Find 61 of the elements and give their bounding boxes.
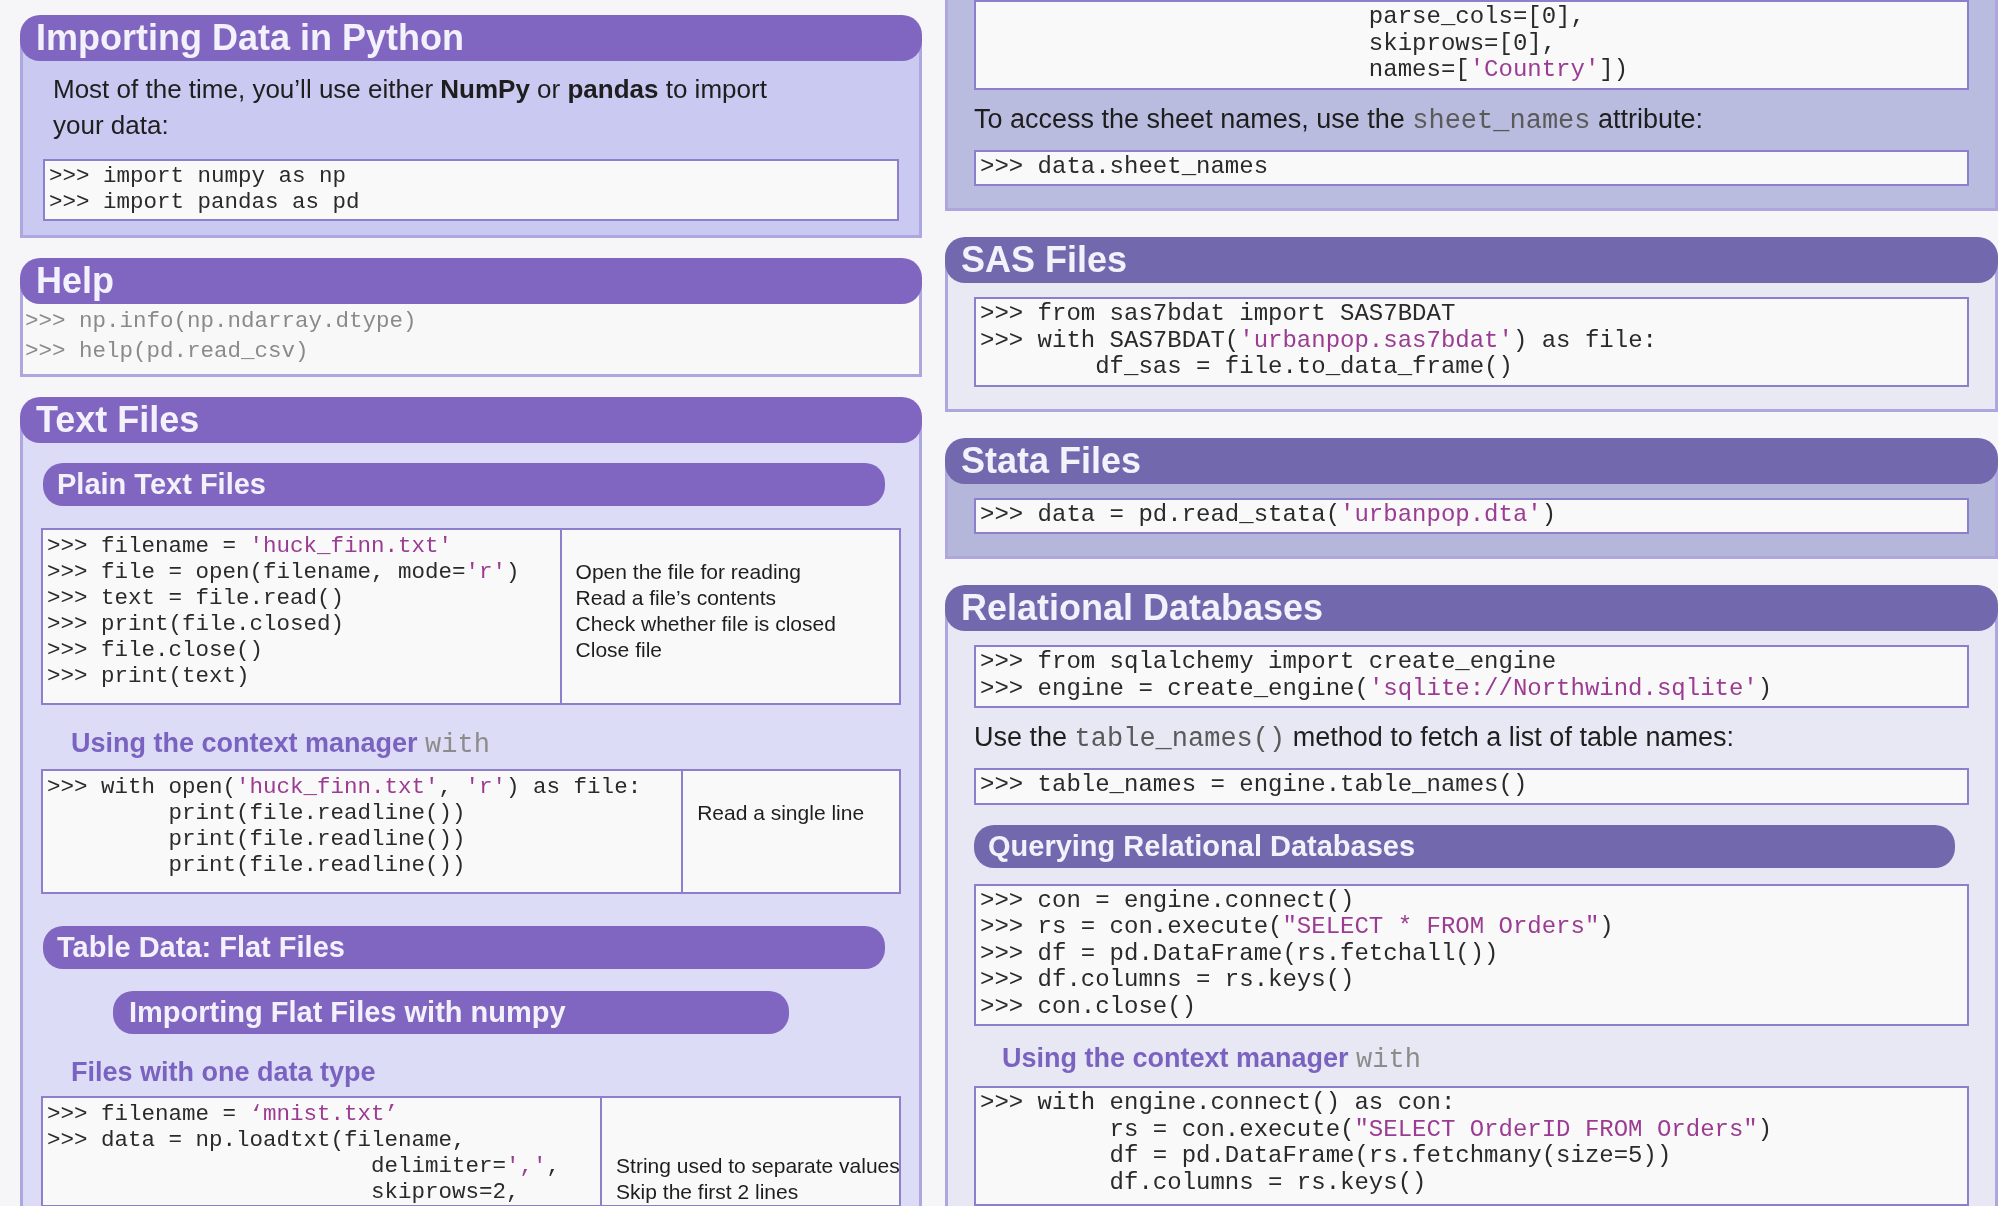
subsection-header: Table Data: Flat Files	[43, 926, 885, 969]
code-line: >>> print(file.closed)	[47, 611, 346, 637]
note-text: Skip the first 2 lines	[616, 1179, 800, 1205]
code-line: df.columns = rs.keys()	[1108, 1169, 1428, 1196]
section-header: Importing Data in Python	[20, 15, 922, 61]
code-line: >>> rs = con.execute("SELECT * FROM Orders")	[980, 914, 1615, 941]
note-text: Close file	[575, 637, 663, 663]
instruction-text: Most of the time, you’ll use either NumPy or pandas to import your data:	[52, 73, 768, 142]
code-line: >>> df = pd.DataFrame(rs.fetchall())	[980, 940, 1500, 967]
section-header: SAS Files	[945, 237, 1998, 283]
note-text: Read a single line	[697, 800, 866, 826]
code-line: >>> filename = 'huck_finn.txt'	[47, 533, 454, 559]
code-line: print(file.readline())	[167, 826, 467, 852]
subsection-header: Querying Relational Databases	[974, 824, 1955, 868]
code-line: print(file.readline())	[167, 800, 467, 826]
code-line: skiprows=2,	[370, 1179, 521, 1205]
code-line: >>> file = open(filename, mode='r')	[47, 559, 520, 585]
code-line: >>> data = pd.read_stata('urbanpop.dta')	[980, 501, 1558, 528]
code-line: >>> table_names = engine.table_names()	[980, 772, 1529, 799]
code-line: >>> with SAS7BDAT('urbanpop.sas7bdat') as file:	[980, 327, 1658, 354]
code-line: >>> filename = ‘mnist.txt’	[47, 1101, 400, 1127]
code-line: >>> con.close()	[980, 993, 1198, 1020]
subsection-header: Plain Text Files	[43, 463, 885, 506]
note-text: Read a file’s contents	[575, 585, 777, 611]
code-line: >>> from sqlalchemy import create_engine	[980, 649, 1558, 676]
code-line: >>> import numpy as np	[49, 163, 348, 189]
code-line: >>> with open('huck_finn.txt', 'r') as file:	[47, 774, 642, 800]
code-line: >>> text = file.read()	[47, 585, 346, 611]
code-line: >>> con = engine.connect()	[980, 887, 1356, 914]
code-line: parse_cols=[0],	[1367, 4, 1586, 31]
note-text: Open the file for reading	[575, 559, 802, 585]
section-header: Help	[20, 258, 922, 304]
code-line: >>> data = np.loadtxt(filename,	[47, 1127, 467, 1153]
section-label: Using the context manager with	[1001, 1042, 1422, 1076]
code-line: >>> import pandas as pd	[49, 189, 361, 215]
section-header: Text Files	[20, 397, 922, 443]
subsection-header: Importing Flat Files with numpy	[113, 991, 789, 1034]
note-text: Check whether file is closed	[575, 611, 837, 637]
code-line: >>> engine = create_engine('sqlite://Northwind.sqlite')	[980, 675, 1774, 702]
code-line: >>> with engine.connect() as con:	[980, 1090, 1457, 1117]
code-line: >>> print(text)	[47, 663, 251, 689]
code-line: >>> df.columns = rs.keys()	[980, 967, 1356, 994]
code-line: >>> help(pd.read_csv)	[25, 337, 310, 366]
code-line: print(file.readline())	[167, 852, 467, 878]
instruction-text: Use the table_names() method to fetch a list of table names:	[974, 721, 1735, 756]
code-line: >>> data.sheet_names	[980, 153, 1270, 180]
section-label: Files with one data type	[70, 1056, 377, 1088]
code-line: >>> file.close()	[47, 637, 265, 663]
instruction-text: To access the sheet names, use the sheet_names attribute:	[974, 102, 1705, 138]
note-text: String used to separate values	[616, 1153, 900, 1179]
section-header: Stata Files	[945, 437, 1998, 484]
code-line: df = pd.DataFrame(rs.fetchmany(size=5))	[1108, 1143, 1673, 1170]
code-line: delimiter=',',	[370, 1153, 561, 1179]
section-header: Relational Databases	[945, 585, 1998, 631]
section-label: Using the context manager with	[70, 727, 491, 761]
code-line: names=['Country'])	[1367, 57, 1630, 84]
code-line: >>> from sas7bdat import SAS7BDAT	[980, 301, 1457, 328]
code-line: skiprows=[0],	[1367, 30, 1558, 57]
code-line: rs = con.execute("SELECT OrderID FROM Orders")	[1108, 1116, 1774, 1143]
code-line: df_sas = file.to_data_frame()	[1094, 354, 1514, 381]
code-line: >>> np.info(np.ndarray.dtype)	[25, 307, 418, 336]
